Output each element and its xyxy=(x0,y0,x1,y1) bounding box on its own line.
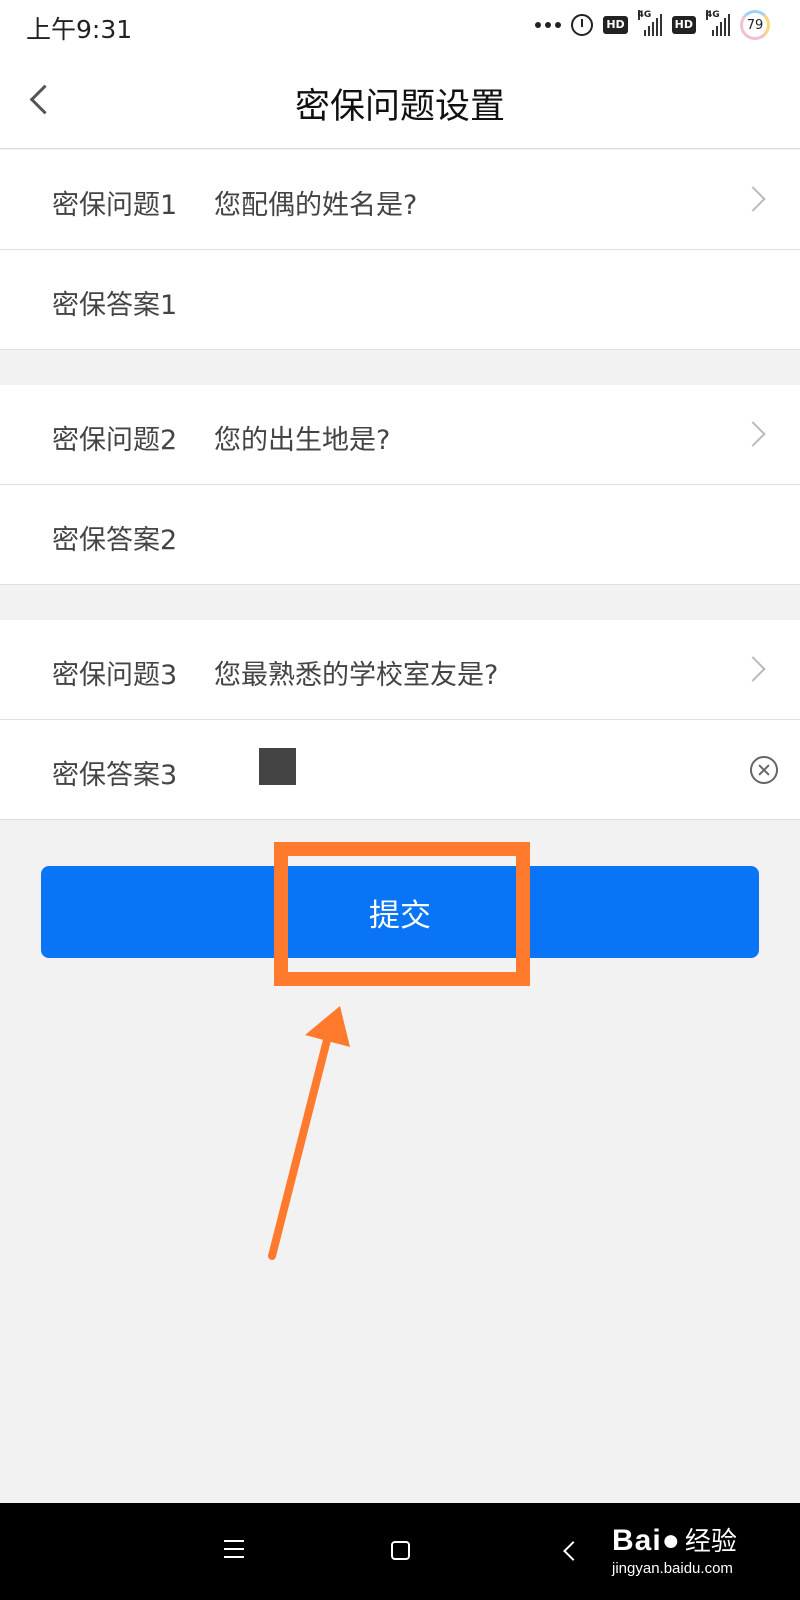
watermark-url: jingyan.baidu.com xyxy=(612,1560,733,1577)
answer-input-2[interactable] xyxy=(214,513,714,557)
nav-bar: 密保问题设置 xyxy=(0,50,800,149)
answer-label-3: 密保答案3 xyxy=(52,760,178,791)
security-section-1: 密保问题1 您配偶的姓名是? 密保答案1 xyxy=(0,150,800,350)
clear-icon[interactable] xyxy=(750,756,778,784)
system-nav-bar: Bai● 经验 jingyan.baidu.com xyxy=(0,1503,800,1600)
answer-row-1: 密保答案1 xyxy=(0,250,800,350)
signal-icon-1: 4G xyxy=(637,10,662,36)
security-section-3: 密保问题3 您最熟悉的学校室友是? 密保答案3 xyxy=(0,620,800,820)
question-value-1: 您配偶的姓名是? xyxy=(214,190,418,221)
question-label-2: 密保问题2 xyxy=(52,425,178,456)
question-value-3: 您最熟悉的学校室友是? xyxy=(214,660,499,691)
security-section-2: 密保问题2 您的出生地是? 密保答案2 xyxy=(0,385,800,585)
network-type-1: 4G xyxy=(637,10,652,20)
annotation-highlight-box xyxy=(274,842,530,986)
input-cursor-block xyxy=(259,748,296,785)
home-icon[interactable] xyxy=(391,1541,410,1560)
answer-row-3: 密保答案3 xyxy=(0,720,800,820)
answer-input-1[interactable] xyxy=(214,278,714,322)
menu-icon[interactable] xyxy=(224,1540,244,1558)
answer-row-2: 密保答案2 xyxy=(0,485,800,585)
alarm-icon xyxy=(571,14,594,36)
battery-icon: 79 xyxy=(740,10,770,40)
hd-badge-2: HD xyxy=(671,16,696,34)
page-title: 密保问题设置 xyxy=(294,87,505,127)
question-label-1: 密保问题1 xyxy=(52,190,178,221)
answer-label-1: 密保答案1 xyxy=(52,290,178,321)
baidu-jingyan-watermark: Bai● 经验 jingyan.baidu.com xyxy=(612,1521,792,1591)
network-type-2: 4G xyxy=(706,10,720,20)
question-value-2: 您的出生地是? xyxy=(214,425,391,456)
watermark-brand: Bai xyxy=(612,1524,662,1557)
chevron-right-icon xyxy=(740,421,766,447)
question-label-3: 密保问题3 xyxy=(52,660,178,691)
hd-badge-1: HD xyxy=(603,16,628,34)
paw-icon: ● xyxy=(661,1524,681,1557)
chevron-right-icon xyxy=(740,186,766,212)
status-icons: HD 4G HD 4G 79 xyxy=(535,8,770,42)
question-row-3[interactable]: 密保问题3 您最熟悉的学校室友是? xyxy=(0,620,800,720)
chevron-right-icon xyxy=(740,656,766,682)
signal-icon-2: 4G xyxy=(706,10,730,36)
question-row-1[interactable]: 密保问题1 您配偶的姓名是? xyxy=(0,150,800,250)
status-time: 上午9:31 xyxy=(26,15,133,44)
answer-label-2: 密保答案2 xyxy=(52,525,178,556)
more-dots-icon xyxy=(535,22,562,28)
status-bar: 上午9:31 HD 4G HD 4G 79 xyxy=(0,0,800,50)
question-row-2[interactable]: 密保问题2 您的出生地是? xyxy=(0,385,800,485)
watermark-brand-cn: 经验 xyxy=(684,1527,737,1557)
system-back-icon[interactable] xyxy=(563,1541,583,1561)
